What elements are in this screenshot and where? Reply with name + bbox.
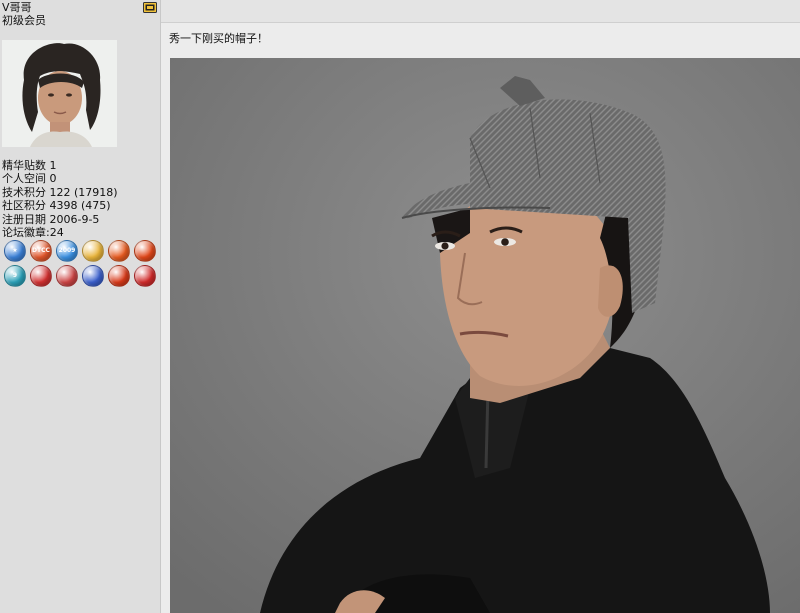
russia-flag-medal-icon[interactable] xyxy=(82,265,104,287)
stat-row: 精华贴数 1 xyxy=(2,159,57,172)
username-link[interactable]: V哥哥 xyxy=(2,1,32,14)
orange-medal-2-icon[interactable] xyxy=(134,240,156,262)
post-message: 秀一下刚买的帽子！ xyxy=(169,32,268,45)
stat-row: 论坛徽章:24 xyxy=(2,226,64,240)
stat-row: 社区积分 4398 (475) xyxy=(2,199,111,213)
orange-medal-icon[interactable] xyxy=(108,240,130,262)
nine-medal-icon[interactable]: 9 xyxy=(4,265,26,287)
user-rank: 初级会员 xyxy=(2,14,46,27)
china-medal-icon[interactable] xyxy=(108,265,130,287)
stat-row: 技术积分 122 (17918) xyxy=(2,185,118,199)
post-content: 秀一下刚买的帽子！ xyxy=(161,23,800,613)
2009-medal-icon[interactable]: 2009 xyxy=(56,240,78,262)
stat-row: 注册日期 2006-9-5 xyxy=(2,212,100,226)
usa-flag-medal-icon[interactable] xyxy=(56,265,78,287)
message-icon[interactable] xyxy=(143,2,157,13)
user-stats: 精华贴数 1 个人空间 0 技术积分 122 (17918) 社区积分 4398… xyxy=(2,159,118,239)
stat-row: 个人空间 0 xyxy=(2,172,57,186)
user-info-panel: V哥哥 初级会员 精华贴数 1 个人空间 0 技术积分 122 (17918) … xyxy=(0,0,161,613)
dtcc-2010-medal-icon[interactable]: DTCC xyxy=(30,240,52,262)
denmark-flag-medal-icon[interactable] xyxy=(134,265,156,287)
post-header-bar xyxy=(161,0,800,23)
star-medal-icon[interactable]: ★ xyxy=(4,240,26,262)
gold-medal-icon[interactable] xyxy=(82,240,104,262)
avatar[interactable] xyxy=(2,40,117,147)
post-photo[interactable] xyxy=(170,58,800,613)
red-flag-medal-icon[interactable] xyxy=(30,265,52,287)
